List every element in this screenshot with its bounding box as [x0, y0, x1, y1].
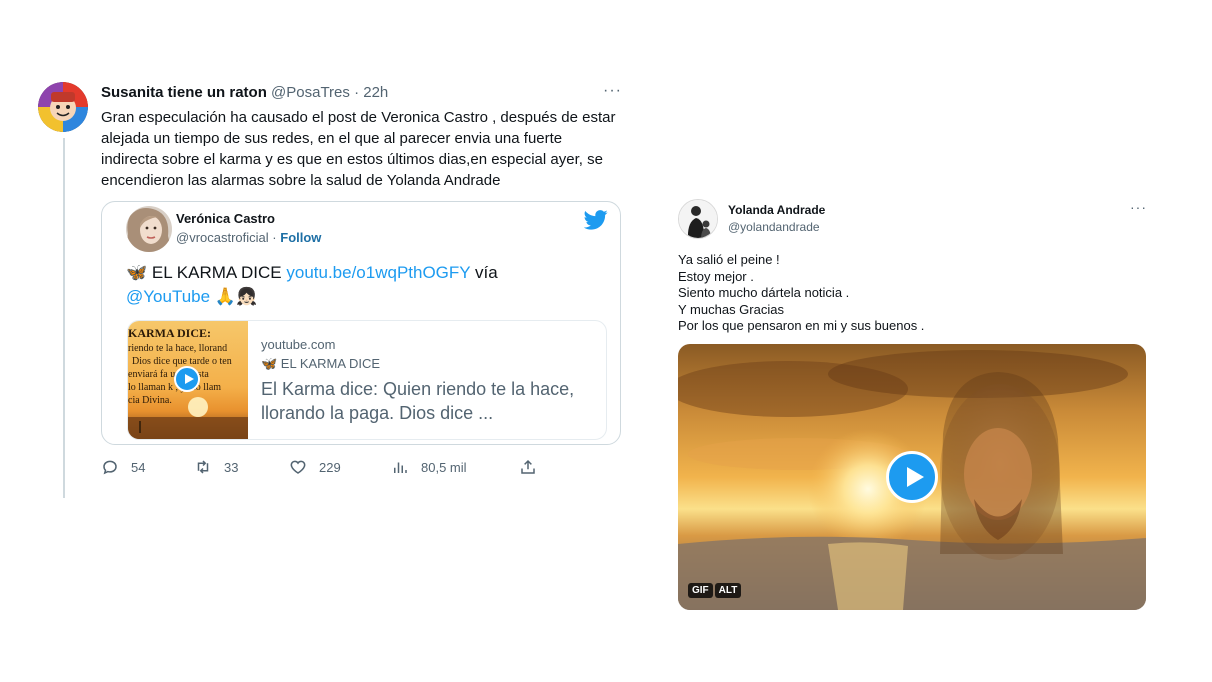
alt-badge[interactable]: ALT	[714, 583, 742, 598]
tweet-yolandandrade[interactable]: Yolanda Andrade @yolandandrade ··· Ya sa…	[678, 196, 1148, 616]
thread-line	[63, 138, 65, 498]
embedded-tweet[interactable]: Verónica Castro @vrocastroficial · Follo…	[101, 201, 621, 445]
embedded-text-prefix: 🦋 EL KARMA DICE	[126, 263, 287, 282]
media-badges: GIF ALT	[688, 583, 742, 598]
link-preview-thumbnail[interactable]: KARMA DICE: riendo te la hace, llorand D…	[128, 321, 248, 439]
heart-icon	[290, 460, 306, 474]
tweet-header: Susanita tiene un raton @PosaTres · 22h	[101, 84, 388, 101]
author-handle[interactable]: @yolandandrade	[728, 220, 820, 234]
embedded-author-name[interactable]: Verónica Castro	[176, 211, 275, 226]
header-separator: ·	[354, 84, 360, 101]
tweet-text: Ya salió el peine ! Estoy mejor . Siento…	[678, 252, 1138, 335]
thumbnail-line-6: cia Divina.	[128, 395, 172, 406]
youtube-mention[interactable]: @YouTube	[126, 287, 210, 306]
like-count: 229	[319, 459, 341, 475]
share-icon	[521, 459, 535, 474]
avatar[interactable]	[38, 82, 88, 132]
twitter-bird-icon	[584, 210, 608, 230]
reply-count: 54	[131, 459, 146, 475]
card-title[interactable]: El Karma dice: Quien riendo te la hace, …	[261, 377, 591, 425]
like-button[interactable]: 229	[289, 458, 341, 476]
youtube-link[interactable]: youtu.be/o1wqPthOGFY	[286, 263, 470, 282]
embedded-separator: ·	[272, 230, 277, 245]
tweet-actions: 54 33 229 80,5 mil	[101, 458, 571, 482]
tweet-text: Gran especulación ha causado el post de …	[101, 109, 616, 189]
author-name[interactable]: Susanita tiene un raton	[101, 84, 267, 101]
thumbnail-line-2: riendo te la hace, llorand	[128, 343, 228, 354]
views-count: 80,5 mil	[421, 459, 467, 475]
tweet-line: Por los que pensaron en mi y sus buenos …	[678, 318, 925, 333]
retweet-icon	[197, 460, 209, 474]
embedded-handle-row: @vrocastroficial · Follow	[176, 230, 321, 245]
play-icon[interactable]	[886, 451, 938, 503]
embedded-avatar[interactable]	[126, 206, 172, 252]
author-name[interactable]: Yolanda Andrade	[728, 203, 825, 217]
retweet-button[interactable]: 33	[194, 458, 238, 476]
avatar[interactable]	[678, 199, 718, 239]
tweet-posatres[interactable]: Susanita tiene un raton @PosaTres · 22h …	[38, 80, 628, 510]
embedded-text-via: vía	[470, 263, 498, 282]
card-domain: youtube.com	[261, 337, 336, 352]
tweet-line: Ya salió el peine !	[678, 252, 780, 267]
tweet-time[interactable]: 22h	[363, 84, 388, 101]
share-button[interactable]	[519, 458, 549, 476]
retweet-count: 33	[224, 459, 239, 475]
embedded-emojis: 🙏👧🏻	[210, 287, 258, 306]
follow-button[interactable]: Follow	[280, 230, 321, 245]
gif-media[interactable]: GIF ALT	[678, 344, 1146, 610]
reply-icon	[103, 460, 117, 475]
embedded-author-handle[interactable]: @vrocastroficial	[176, 230, 269, 245]
link-preview-card[interactable]: KARMA DICE: riendo te la hace, llorand D…	[127, 320, 607, 440]
author-handle[interactable]: @PosaTres	[271, 84, 350, 101]
gif-badge: GIF	[688, 583, 713, 598]
play-icon[interactable]	[174, 366, 200, 392]
views-button[interactable]: 80,5 mil	[391, 458, 467, 476]
card-subtitle: 🦋 EL KARMA DICE	[261, 356, 381, 371]
reply-button[interactable]: 54	[101, 458, 145, 476]
tweet-line: Siento mucho dártela noticia .	[678, 285, 850, 300]
more-options-icon[interactable]: ···	[1130, 199, 1147, 215]
tweet-line: Estoy mejor .	[678, 268, 754, 284]
views-icon	[394, 462, 407, 473]
embedded-tweet-text: 🦋 EL KARMA DICE youtu.be/o1wqPthOGFY vía…	[126, 261, 596, 309]
tweet-line: Y muchas Gracias	[678, 301, 784, 317]
more-options-icon[interactable]: ···	[603, 82, 622, 100]
thumbnail-line-1: KARMA DICE:	[128, 326, 211, 340]
screenshot-stage: Susanita tiene un raton @PosaTres · 22h …	[0, 0, 1212, 682]
thumbnail-line-3: Dios dice que tarde o ten	[132, 356, 232, 367]
